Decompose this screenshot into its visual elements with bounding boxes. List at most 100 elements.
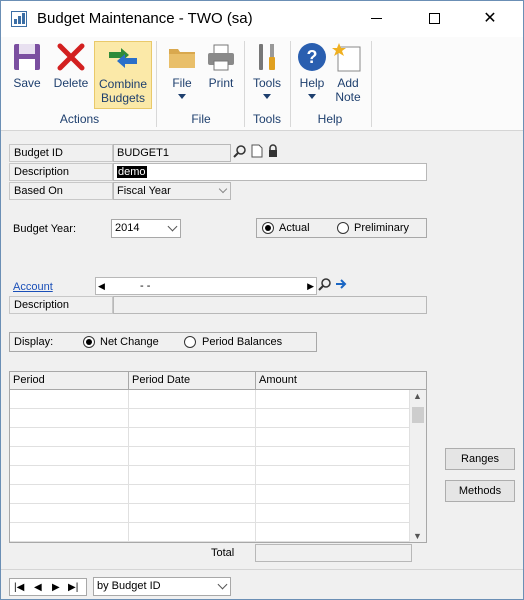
table-cell[interactable] xyxy=(10,390,129,409)
table-cell[interactable] xyxy=(129,466,256,485)
save-button[interactable]: Save xyxy=(7,41,47,90)
table-cell[interactable] xyxy=(129,504,256,523)
next-record-icon[interactable]: ▶ xyxy=(52,582,60,593)
total-field xyxy=(255,544,412,562)
folder-icon xyxy=(169,49,195,68)
based-on-label: Based On xyxy=(9,182,113,200)
first-record-icon[interactable]: |◀ xyxy=(14,582,24,593)
budget-year-value: 2014 xyxy=(115,222,140,234)
maximize-button[interactable] xyxy=(411,1,457,37)
tools-menu-button[interactable]: Tools xyxy=(248,41,286,99)
description-field[interactable]: demo xyxy=(113,163,427,181)
table-cell[interactable] xyxy=(129,390,256,409)
preliminary-radio[interactable] xyxy=(337,222,349,234)
account-expand-button[interactable] xyxy=(334,277,350,295)
last-record-icon[interactable]: ▶| xyxy=(68,582,78,593)
methods-button[interactable]: Methods xyxy=(445,480,515,502)
table-cell[interactable] xyxy=(129,485,256,504)
table-row[interactable] xyxy=(10,466,410,485)
app-chart-icon xyxy=(11,11,27,27)
table-cell[interactable] xyxy=(256,390,410,409)
actual-radio[interactable] xyxy=(262,222,274,234)
table-cell[interactable] xyxy=(10,523,129,542)
table-cell[interactable] xyxy=(10,466,129,485)
print-button[interactable]: Print xyxy=(203,41,239,90)
table-cell[interactable] xyxy=(256,447,410,466)
table-cell[interactable] xyxy=(10,485,129,504)
table-row[interactable] xyxy=(10,390,410,409)
combine-budgets-button[interactable]: Combine Budgets xyxy=(94,41,152,109)
add-note-label: Add Note xyxy=(330,76,366,104)
table-cell[interactable] xyxy=(256,466,410,485)
table-cell[interactable] xyxy=(256,485,410,504)
close-button[interactable]: ✕ xyxy=(467,1,513,37)
sort-order-dropdown[interactable]: by Budget ID xyxy=(93,577,231,596)
table-cell[interactable] xyxy=(129,428,256,447)
help-menu-button[interactable]: ? Help xyxy=(294,41,330,99)
previous-record-icon[interactable]: ◀ xyxy=(34,582,42,593)
ribbon-separator xyxy=(371,41,372,127)
scroll-up-icon[interactable]: ▲ xyxy=(413,391,422,401)
group-label-tools: Tools xyxy=(252,112,281,126)
save-label: Save xyxy=(13,76,41,90)
scroll-left-icon[interactable]: ◀ xyxy=(98,278,105,294)
minimize-button[interactable] xyxy=(353,1,399,37)
table-row[interactable] xyxy=(10,409,410,428)
scroll-right-icon[interactable]: ▶ xyxy=(307,278,314,294)
table-cell[interactable] xyxy=(256,523,410,542)
table-cell[interactable] xyxy=(129,409,256,428)
combine-label-line2: Budgets xyxy=(100,91,146,105)
combine-label-line1: Combine xyxy=(98,77,148,91)
delete-x-icon xyxy=(57,43,85,71)
table-cell[interactable] xyxy=(10,504,129,523)
table-cell[interactable] xyxy=(10,428,129,447)
table-cell[interactable] xyxy=(129,447,256,466)
add-note-button[interactable]: Add Note xyxy=(330,41,366,104)
scroll-down-icon[interactable]: ▼ xyxy=(413,531,422,541)
table-cell[interactable] xyxy=(256,409,410,428)
note-icon xyxy=(332,43,361,72)
chevron-down-icon xyxy=(308,94,316,99)
table-cell[interactable] xyxy=(129,523,256,542)
table-row[interactable] xyxy=(10,428,410,447)
display-label: Display: xyxy=(14,336,54,348)
table-row[interactable] xyxy=(10,485,410,504)
file-menu-button[interactable]: File xyxy=(163,41,201,99)
ribbon-separator xyxy=(290,41,291,127)
scrollbar-thumb[interactable] xyxy=(412,407,424,423)
net-change-label: Net Change xyxy=(100,336,159,348)
net-change-radio[interactable] xyxy=(83,336,95,348)
delete-button[interactable]: Delete xyxy=(51,41,91,90)
table-row[interactable] xyxy=(10,523,410,542)
account-value: - - xyxy=(140,280,151,292)
table-row[interactable] xyxy=(10,447,410,466)
based-on-dropdown[interactable]: Fiscal Year xyxy=(113,182,231,200)
account-link[interactable]: Account xyxy=(13,281,53,293)
budget-year-dropdown[interactable]: 2014 xyxy=(111,219,181,238)
table-row[interactable] xyxy=(10,504,410,523)
file-label: File xyxy=(172,76,192,90)
grid-scrollbar[interactable]: ▲ ▼ xyxy=(410,390,426,542)
ranges-button[interactable]: Ranges xyxy=(445,448,515,470)
period-balances-label: Period Balances xyxy=(202,336,283,348)
record-navigator: |◀ ◀ ▶ ▶| xyxy=(9,578,87,596)
column-header-period[interactable]: Period xyxy=(10,372,129,390)
account-field[interactable]: ◀ - - ▶ xyxy=(95,277,317,295)
lookup-button[interactable] xyxy=(232,144,248,162)
account-lookup-button[interactable] xyxy=(317,277,333,295)
add-note-line2: Note xyxy=(335,90,361,104)
save-icon xyxy=(14,44,40,70)
new-document-button[interactable] xyxy=(249,144,265,162)
column-header-amount[interactable]: Amount xyxy=(256,372,426,390)
table-cell[interactable] xyxy=(256,504,410,523)
table-cell[interactable] xyxy=(10,409,129,428)
period-balances-radio[interactable] xyxy=(184,336,196,348)
budget-id-field[interactable]: BUDGET1 xyxy=(113,144,231,162)
arrow-right-icon xyxy=(336,279,347,289)
description-value: demo xyxy=(117,166,147,178)
table-cell[interactable] xyxy=(256,428,410,447)
preliminary-label: Preliminary xyxy=(354,222,410,234)
lock-button[interactable] xyxy=(265,144,281,162)
table-cell[interactable] xyxy=(10,447,129,466)
column-header-period-date[interactable]: Period Date xyxy=(129,372,256,390)
